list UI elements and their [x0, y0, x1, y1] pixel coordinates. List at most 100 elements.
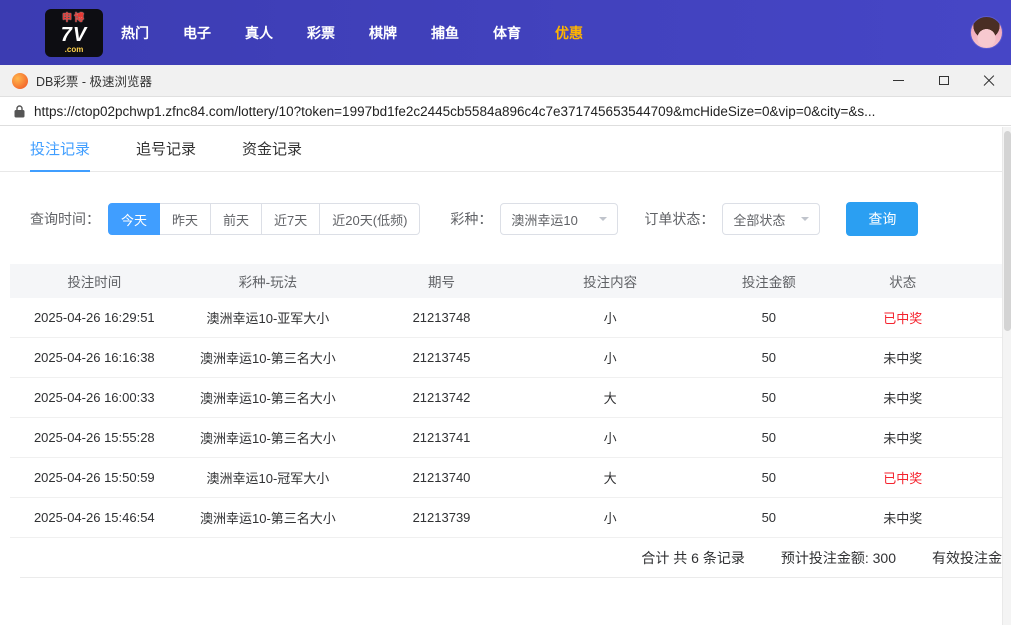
table-row: 2025-04-26 15:46:54 澳洲幸运10-第三名大小 2121373… — [10, 498, 1002, 538]
lottery-select-label: 彩种： — [450, 211, 493, 227]
cell-time: 2025-04-26 16:16:38 — [33, 350, 155, 365]
url-field[interactable]: https://ctop02pchwp1.zfnc84.com/lottery/… — [34, 104, 997, 119]
cell-status: 已中奖 — [883, 471, 923, 486]
cell-game: 澳洲幸运10-第三名大小 — [200, 391, 336, 406]
table-row: 2025-04-26 16:29:51 澳洲幸运10-亚军大小 21213748… — [10, 298, 1002, 338]
nav-item-sports[interactable]: 体育 — [493, 23, 521, 43]
chevron-down-icon — [801, 217, 810, 225]
col-issue: 期号 — [427, 275, 455, 290]
cell-amount: 50 — [761, 350, 777, 365]
cell-time: 2025-04-26 15:55:28 — [33, 430, 155, 445]
cell-time: 2025-04-26 15:46:54 — [33, 510, 155, 525]
cell-game: 澳洲幸运10-冠军大小 — [206, 471, 330, 486]
nav-item-hot[interactable]: 热门 — [121, 23, 149, 43]
order-status-label: 订单状态： — [644, 211, 715, 227]
nav-item-board[interactable]: 棋牌 — [369, 23, 397, 43]
screen: 申博 7V .com 热门 电子 真人 彩票 棋牌 捕鱼 体育 优惠 DB彩票 … — [0, 0, 1011, 625]
tab-chase-records[interactable]: 追号记录 — [136, 126, 196, 171]
cell-content: 大 — [603, 391, 617, 406]
cell-time: 2025-04-26 16:00:33 — [33, 390, 155, 405]
site-logo-text-bottom: .com — [64, 44, 84, 54]
browser-titlebar: DB彩票 - 极速浏览器 — [0, 65, 1011, 97]
cell-time: 2025-04-26 16:29:51 — [33, 310, 155, 325]
cell-game: 澳洲幸运10-第三名大小 — [200, 431, 336, 446]
site-header: 申博 7V .com 热门 电子 真人 彩票 棋牌 捕鱼 体育 优惠 — [0, 0, 1011, 65]
cell-content: 大 — [603, 471, 617, 486]
cell-amount: 50 — [761, 390, 777, 405]
order-status-value: 全部状态 — [733, 212, 786, 228]
summary-expected: 预计投注金额: 300 — [780, 549, 896, 566]
cell-amount: 50 — [761, 430, 777, 445]
cell-amount: 50 — [761, 470, 777, 485]
browser-favicon-icon — [12, 72, 28, 89]
site-logo-text-top: 申博 — [62, 12, 86, 24]
cell-issue: 21213741 — [412, 430, 471, 445]
scrollbar-thumb[interactable] — [1004, 131, 1011, 331]
table-row: 2025-04-26 15:50:59 澳洲幸运10-冠军大小 21213740… — [10, 458, 1002, 498]
cell-game: 澳洲幸运10-亚军大小 — [206, 311, 330, 326]
bet-records-table: 投注时间 彩种-玩法 期号 投注内容 投注金额 状态 2025-04-26 16… — [10, 264, 1002, 578]
close-icon — [983, 75, 995, 87]
site-logo[interactable]: 申博 7V .com — [45, 8, 103, 57]
table-header-row: 投注时间 彩种-玩法 期号 投注内容 投注金额 状态 — [10, 264, 1002, 298]
nav-item-slots[interactable]: 电子 — [183, 23, 211, 43]
nav-item-live[interactable]: 真人 — [245, 23, 273, 43]
summary-total: 合计 共 6 条记录 — [641, 549, 745, 566]
chevron-down-icon — [599, 217, 608, 225]
cell-issue: 21213748 — [412, 310, 471, 325]
close-button[interactable] — [966, 65, 1011, 96]
tab-fund-records[interactable]: 资金记录 — [242, 126, 302, 171]
time-filter-last-7-days[interactable]: 近7天 — [262, 203, 321, 235]
col-content: 投注内容 — [583, 275, 638, 290]
cell-content: 小 — [603, 311, 617, 326]
table-row: 2025-04-26 16:00:33 澳洲幸运10-第三名大小 2121374… — [10, 378, 1002, 418]
col-game: 彩种-玩法 — [238, 275, 298, 290]
record-tabs: 投注记录 追号记录 资金记录 — [0, 126, 1002, 172]
cell-content: 小 — [603, 351, 617, 366]
time-filter-today[interactable]: 今天 — [108, 203, 161, 235]
summary-valid: 有效投注金 — [932, 549, 1002, 566]
time-filter-label: 查询时间： — [30, 211, 100, 227]
lottery-select[interactable]: 澳洲幸运10 — [500, 203, 619, 235]
cell-status: 未中奖 — [883, 431, 923, 446]
col-status: 状态 — [889, 275, 917, 290]
site-nav: 热门 电子 真人 彩票 棋牌 捕鱼 体育 优惠 — [121, 23, 583, 43]
table-summary: 合计 共 6 条记录 预计投注金额: 300 有效投注金 — [20, 538, 1002, 578]
table-row: 2025-04-26 15:55:28 澳洲幸运10-第三名大小 2121374… — [10, 418, 1002, 458]
cell-issue: 21213739 — [412, 510, 471, 525]
cell-status: 未中奖 — [883, 351, 923, 366]
time-filter-group: 今天 昨天 前天 近7天 近20天(低频) — [108, 203, 421, 235]
nav-item-lottery[interactable]: 彩票 — [307, 23, 335, 43]
cell-issue: 21213742 — [412, 390, 471, 405]
address-bar: https://ctop02pchwp1.zfnc84.com/lottery/… — [0, 97, 1011, 126]
nav-item-promo[interactable]: 优惠 — [555, 23, 583, 43]
query-button[interactable]: 查询 — [846, 202, 919, 236]
cell-amount: 50 — [761, 510, 777, 525]
maximize-icon — [938, 76, 949, 85]
nav-item-fishing[interactable]: 捕鱼 — [431, 23, 459, 43]
time-filter-day-before[interactable]: 前天 — [211, 203, 263, 235]
col-time: 投注时间 — [67, 275, 122, 290]
cell-status: 未中奖 — [883, 511, 923, 526]
cell-status: 未中奖 — [883, 391, 923, 406]
page-scrollbar[interactable] — [1002, 127, 1011, 625]
cell-game: 澳洲幸运10-第三名大小 — [200, 511, 336, 526]
cell-time: 2025-04-26 15:50:59 — [33, 470, 155, 485]
cell-content: 小 — [603, 431, 617, 446]
time-filter-last-20-days[interactable]: 近20天(低频) — [320, 203, 421, 235]
cell-amount: 50 — [761, 310, 777, 325]
minimize-button[interactable] — [876, 65, 921, 96]
filter-bar: 查询时间： 今天 昨天 前天 近7天 近20天(低频) 彩种： 澳洲幸运10 订… — [0, 172, 1011, 258]
cell-game: 澳洲幸运10-第三名大小 — [200, 351, 336, 366]
tab-bet-records[interactable]: 投注记录 — [30, 126, 91, 172]
time-filter-yesterday[interactable]: 昨天 — [160, 203, 212, 235]
user-avatar[interactable] — [970, 16, 1003, 49]
maximize-button[interactable] — [921, 65, 966, 96]
order-status-select[interactable]: 全部状态 — [722, 203, 821, 235]
table-row: 2025-04-26 16:16:38 澳洲幸运10-第三名大小 2121374… — [10, 338, 1002, 378]
window-title: DB彩票 - 极速浏览器 — [36, 75, 152, 89]
minimize-icon — [893, 80, 904, 81]
lock-icon — [14, 104, 25, 117]
col-amount: 投注金额 — [741, 275, 796, 290]
cell-content: 小 — [603, 511, 617, 526]
